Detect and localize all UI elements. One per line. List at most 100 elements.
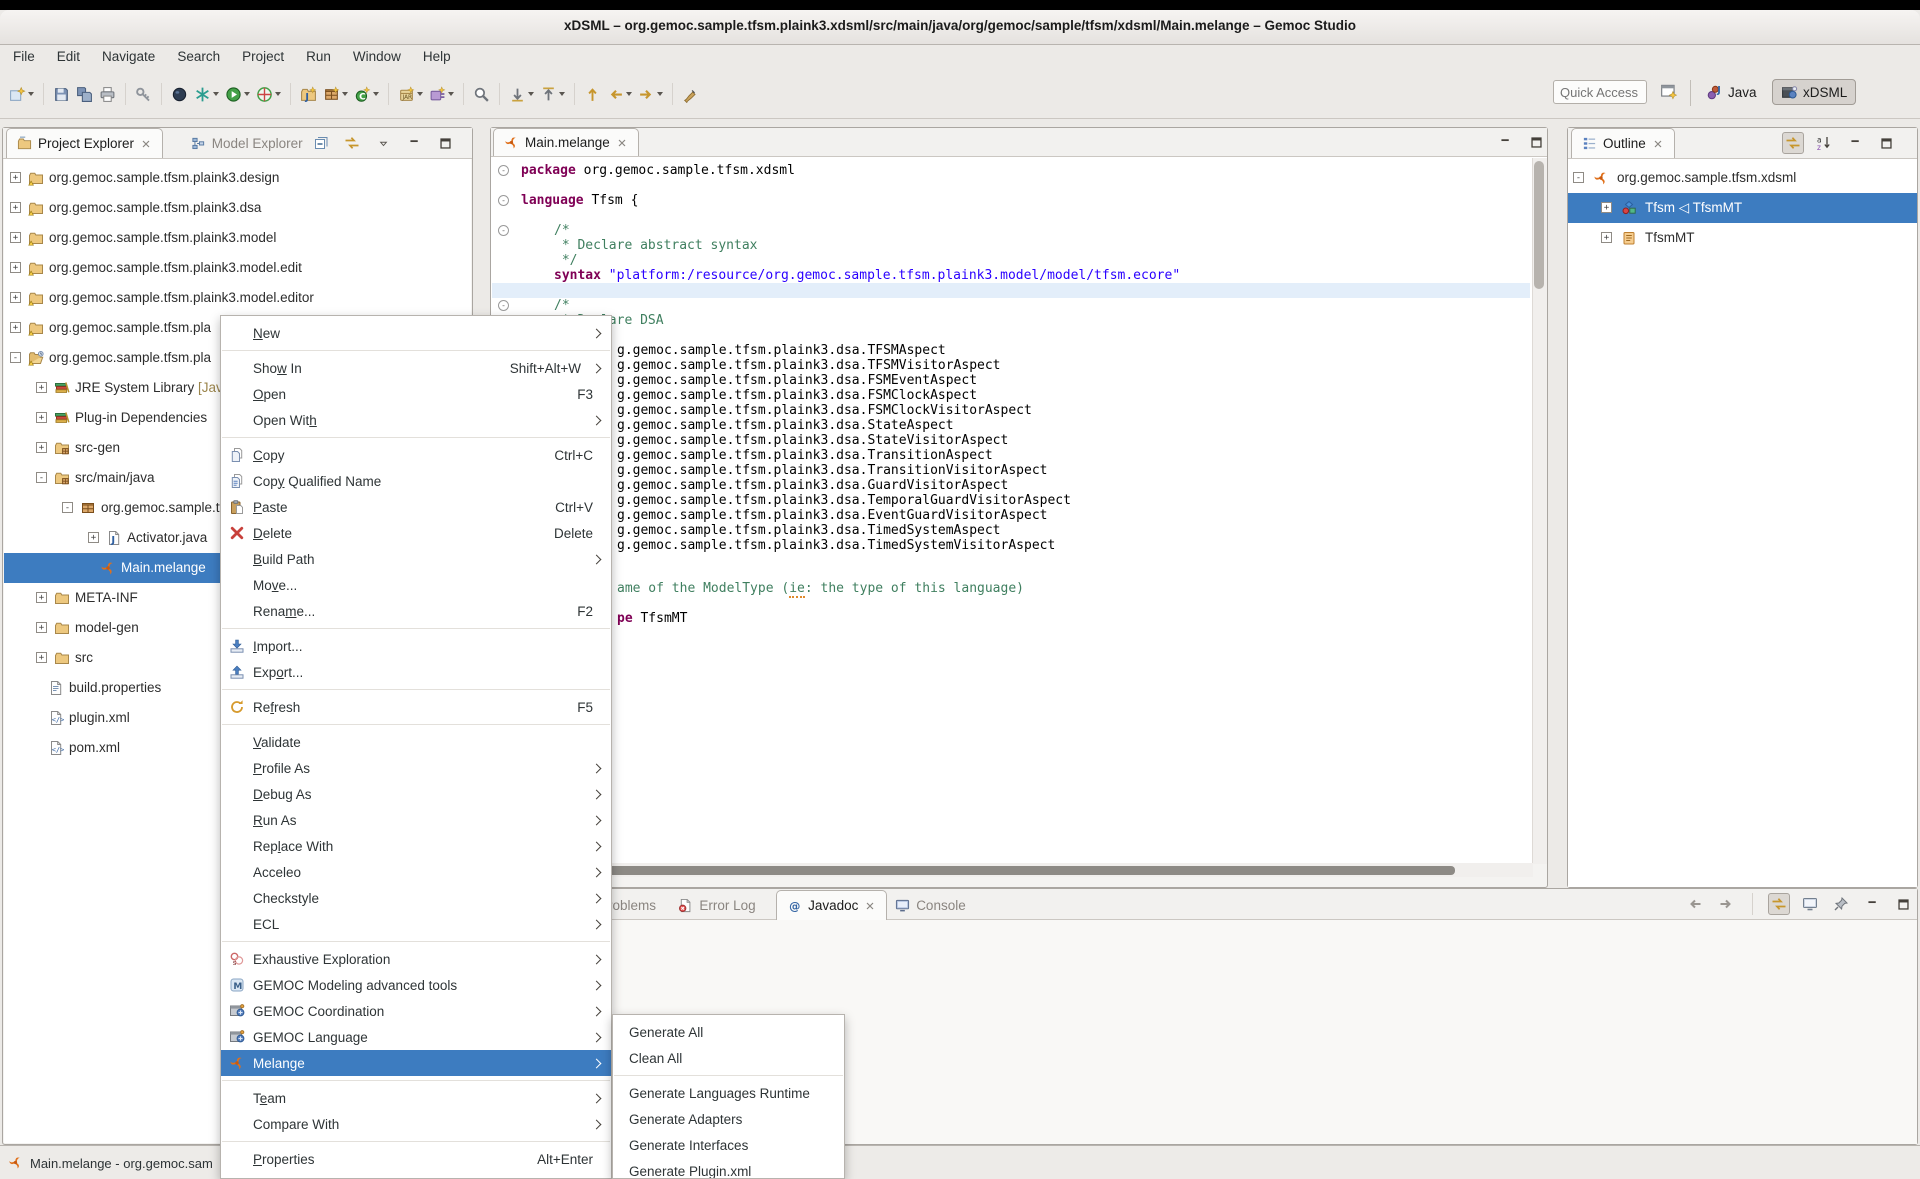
toolbar-button-new-java-project[interactable]: J — [297, 81, 320, 107]
context-menu-item-properties[interactable]: PropertiesAlt+Enter — [221, 1146, 611, 1172]
expand-icon[interactable]: + — [88, 532, 99, 543]
tree-item-org-gemoc-sample-tfsm-plaink3-model[interactable]: +org.gemoc.sample.tfsm.plaink3.model — [4, 223, 471, 253]
toolbar-button-search[interactable] — [470, 81, 493, 107]
menubar-item-project[interactable]: Project — [231, 45, 295, 68]
tab-error-log[interactable]: Error Log — [668, 890, 765, 920]
context-menu-item-refresh[interactable]: RefreshF5 — [221, 694, 611, 720]
toolbar-button-print[interactable] — [96, 81, 119, 107]
context-menu-item-rename[interactable]: Rename...F2 — [221, 598, 611, 624]
context-menu-item-melange[interactable]: Melange — [221, 1050, 611, 1076]
submenu-item-generate-interfaces[interactable]: Generate Interfaces — [613, 1132, 844, 1158]
toolbar-button-save[interactable] — [50, 81, 73, 107]
expand-icon[interactable]: + — [10, 202, 21, 213]
view-toolbar-button-minimize[interactable] — [403, 132, 425, 154]
fold-collapse-icon[interactable]: - — [498, 165, 509, 176]
toolbar-button-save-all[interactable] — [73, 81, 96, 107]
menubar-item-run[interactable]: Run — [295, 45, 342, 68]
context-menu-item-replace-with[interactable]: Replace With — [221, 833, 611, 859]
collapse-icon[interactable]: - — [62, 502, 73, 513]
context-menu-item-open-with[interactable]: Open With — [221, 407, 611, 433]
collapse-icon[interactable]: - — [1573, 172, 1584, 183]
tab-project-explorer[interactable]: Project Explorer — [6, 128, 163, 158]
toolbar-button-external-tools[interactable] — [191, 81, 222, 107]
expand-icon[interactable]: + — [36, 652, 47, 663]
menubar-item-edit[interactable]: Edit — [46, 45, 91, 68]
view-toolbar-button-link-with-editor[interactable] — [1768, 893, 1790, 915]
view-toolbar-button-minimize[interactable] — [1844, 132, 1866, 154]
context-menu-item-new[interactable]: New — [221, 320, 611, 346]
tree-item-org-gemoc-sample-tfsm-plaink3-design[interactable]: +org.gemoc.sample.tfsm.plaink3.design — [4, 163, 471, 193]
context-menu-item-validate[interactable]: Validate — [221, 729, 611, 755]
toolbar-button-next-annotation[interactable] — [506, 81, 537, 107]
menubar-item-navigate[interactable]: Navigate — [91, 45, 166, 68]
collapse-icon[interactable]: - — [36, 472, 47, 483]
toolbar-button-prev-annotation[interactable] — [537, 81, 568, 107]
context-menu-item-open[interactable]: OpenF3 — [221, 381, 611, 407]
context-menu-item-copy-qualified-name[interactable]: Copy Qualified Name — [221, 468, 611, 494]
context-menu-item-import[interactable]: Import... — [221, 633, 611, 659]
close-icon[interactable] — [1652, 136, 1664, 151]
tree-item-org-gemoc-sample-tfsm-plaink3-model-editor[interactable]: +org.gemoc.sample.tfsm.plaink3.model.edi… — [4, 283, 471, 313]
outline-item-tfsm-tfsmmt[interactable]: +Tfsm ◁ TfsmMT — [1568, 193, 1917, 223]
view-toolbar-button-sort-alpha[interactable]: az — [1813, 132, 1835, 154]
context-menu-item-checkstyle[interactable]: Checkstyle — [221, 885, 611, 911]
context-menu-item-build-path[interactable]: Build Path — [221, 546, 611, 572]
view-toolbar-button-link-with-editor[interactable] — [1782, 132, 1804, 154]
perspective-button-java[interactable]: JJava — [1698, 79, 1765, 105]
collapse-icon[interactable]: - — [10, 352, 21, 363]
submenu-item-clean-all[interactable]: Clean All — [613, 1045, 844, 1071]
context-menu-item-copy[interactable]: CopyCtrl+C — [221, 442, 611, 468]
view-toolbar-button-minimize[interactable] — [1861, 893, 1883, 915]
perspective-button-xdsml[interactable]: xDSML — [1772, 79, 1856, 105]
tab-model-explorer[interactable]: Model Explorer — [181, 128, 313, 158]
context-menu-item-gemoc-language[interactable]: GEMOC Language — [221, 1024, 611, 1050]
expand-icon[interactable]: + — [36, 442, 47, 453]
view-toolbar-button-back[interactable] — [1684, 893, 1706, 915]
view-toolbar-button-link-with-editor[interactable] — [341, 132, 363, 154]
context-menu-item-profile-as[interactable]: Profile As — [221, 755, 611, 781]
expand-icon[interactable]: + — [10, 292, 21, 303]
toolbar-button-back-gold[interactable] — [604, 81, 635, 107]
toolbar-button-debug[interactable] — [168, 81, 191, 107]
expand-icon[interactable]: + — [10, 172, 21, 183]
expand-icon[interactable]: + — [10, 232, 21, 243]
context-menu-item-paste[interactable]: PasteCtrl+V — [221, 494, 611, 520]
toolbar-button-pin-editor[interactable] — [679, 81, 702, 107]
outline-item-org-gemoc-sample-tfsm-xdsml[interactable]: -org.gemoc.sample.tfsm.xdsml — [1568, 163, 1917, 193]
expand-icon[interactable]: + — [1601, 232, 1612, 243]
context-menu-item-acceleo[interactable]: Acceleo — [221, 859, 611, 885]
expand-icon[interactable]: + — [36, 592, 47, 603]
outline-content[interactable] — [1568, 159, 1917, 887]
toolbar-button-key[interactable] — [132, 81, 155, 107]
view-toolbar-button-pin-view[interactable] — [1830, 893, 1852, 915]
expand-icon[interactable]: + — [36, 382, 47, 393]
tree-item-org-gemoc-sample-tfsm-plaink3-model-edit[interactable]: +org.gemoc.sample.tfsm.plaink3.model.edi… — [4, 253, 471, 283]
toolbar-button-new-jar[interactable]: JAR — [395, 81, 426, 107]
tab-console[interactable]: Console — [885, 890, 976, 920]
context-menu-item-show-in[interactable]: Show InShift+Alt+W — [221, 355, 611, 381]
toolbar-button-forward-gold[interactable] — [635, 81, 666, 107]
submenu-item-generate-all[interactable]: Generate All — [613, 1019, 844, 1045]
toolbar-button-new-class[interactable]: C — [351, 81, 382, 107]
expand-icon[interactable]: + — [36, 412, 47, 423]
expand-icon[interactable]: + — [1601, 202, 1612, 213]
view-toolbar-button-maximize[interactable] — [1892, 893, 1914, 915]
toolbar-button-new-package[interactable] — [320, 81, 351, 107]
toolbar-button-new-wizard[interactable] — [6, 81, 37, 107]
menubar-item-file[interactable]: File — [2, 45, 46, 68]
fold-collapse-icon[interactable]: - — [498, 225, 509, 236]
open-perspective-button[interactable] — [1660, 82, 1678, 100]
context-menu-item-run-as[interactable]: Run As — [221, 807, 611, 833]
expand-icon[interactable]: + — [10, 322, 21, 333]
tab-outline[interactable]: Outline — [1571, 128, 1675, 158]
close-icon[interactable] — [616, 135, 628, 150]
context-menu-item-debug-as[interactable]: Debug As — [221, 781, 611, 807]
fold-collapse-icon[interactable]: - — [498, 300, 509, 311]
context-menu-item-ecl[interactable]: ECL — [221, 911, 611, 937]
submenu-item-generate-adapters[interactable]: Generate Adapters — [613, 1106, 844, 1132]
toolbar-button-last-edit-location[interactable] — [581, 81, 604, 107]
view-toolbar-button-open-console[interactable] — [1799, 893, 1821, 915]
tab-javadoc[interactable]: @Javadoc — [776, 890, 887, 920]
expand-icon[interactable]: + — [10, 262, 21, 273]
menubar-item-window[interactable]: Window — [342, 45, 412, 68]
